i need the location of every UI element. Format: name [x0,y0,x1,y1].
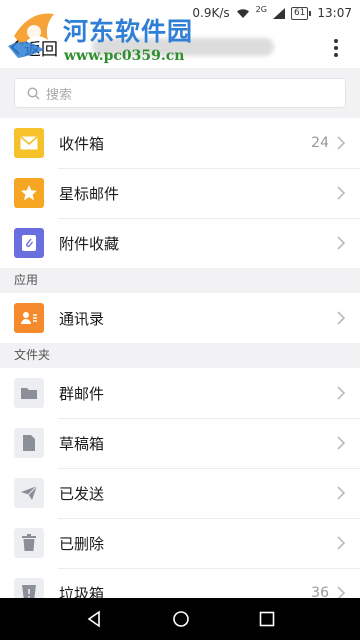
search-icon [27,86,40,99]
list-item-inbox[interactable]: 收件箱 24 [0,118,360,168]
chevron-right-icon [337,536,346,550]
folder-icon [14,378,44,408]
list-item-label: 群邮件 [59,384,105,403]
list-item-drafts[interactable]: 草稿箱 [0,418,360,468]
nav-back-icon[interactable] [85,610,103,628]
network-type: 2G [255,4,267,14]
list-item-label: 附件收藏 [59,234,120,253]
list-item-sent[interactable]: 已发送 [0,468,360,518]
more-menu-button[interactable] [326,36,346,60]
more-dot-icon [334,39,338,43]
send-icon [14,478,44,508]
signal-icon [272,7,285,19]
more-dot-icon [334,46,338,50]
chevron-right-icon [337,136,346,150]
back-button[interactable]: 返回 [8,32,58,62]
list-item-label: 星标邮件 [59,184,120,203]
more-dot-icon [334,53,338,57]
back-label: 返回 [24,39,58,60]
chevron-right-icon [337,236,346,250]
system-nav-bar [0,598,360,640]
search-placeholder: 搜索 [46,87,73,103]
network-speed: 0.9K/s [192,6,230,20]
status-indicators: 0.9K/s 2G 61 13:07 [192,4,352,22]
unread-count: 24 [311,135,329,151]
list-item-starred[interactable]: 星标邮件 [0,168,360,218]
account-name-blurred [92,38,274,56]
list-item-label: 收件箱 [59,134,105,153]
search-bar: 搜索 [0,68,360,118]
nav-home-icon[interactable] [172,610,190,628]
list-item-label: 已删除 [59,534,105,553]
status-bar: 0.9K/s 2G 61 13:07 [0,0,360,26]
inbox-icon [14,128,44,158]
list-item-label: 草稿箱 [59,434,105,453]
list-item-group-mail[interactable]: 群邮件 [0,368,360,418]
app-bar: 返回 [0,26,360,68]
draft-icon [14,428,44,458]
battery-level: 61 [290,6,309,20]
chevron-right-icon [337,386,346,400]
chevron-right-icon [337,311,346,325]
mailbox-list: 收件箱 24 星标邮件 附件收藏 应用 通讯录 文件夹 群邮件 草稿箱 已发送 … [0,118,360,618]
wifi-icon [236,8,249,18]
chevron-right-icon [337,186,346,200]
list-item-deleted[interactable]: 已删除 [0,518,360,568]
chevron-right-icon [337,486,346,500]
back-arrow-icon [10,39,20,55]
star-icon [14,178,44,208]
clock: 13:07 [317,6,352,20]
list-item-attachments[interactable]: 附件收藏 [0,218,360,268]
trash-icon [14,528,44,558]
list-item-contacts[interactable]: 通讯录 [0,293,360,343]
nav-recents-icon[interactable] [259,611,275,627]
section-header-folders: 文件夹 [0,343,360,368]
chevron-right-icon [337,436,346,450]
search-input[interactable]: 搜索 [14,78,346,108]
contacts-icon [14,303,44,333]
attachment-icon [14,228,44,258]
list-item-label: 通讯录 [59,309,105,328]
battery-icon: 61 [290,6,312,20]
section-header-apps: 应用 [0,268,360,293]
list-item-label: 已发送 [59,484,105,503]
